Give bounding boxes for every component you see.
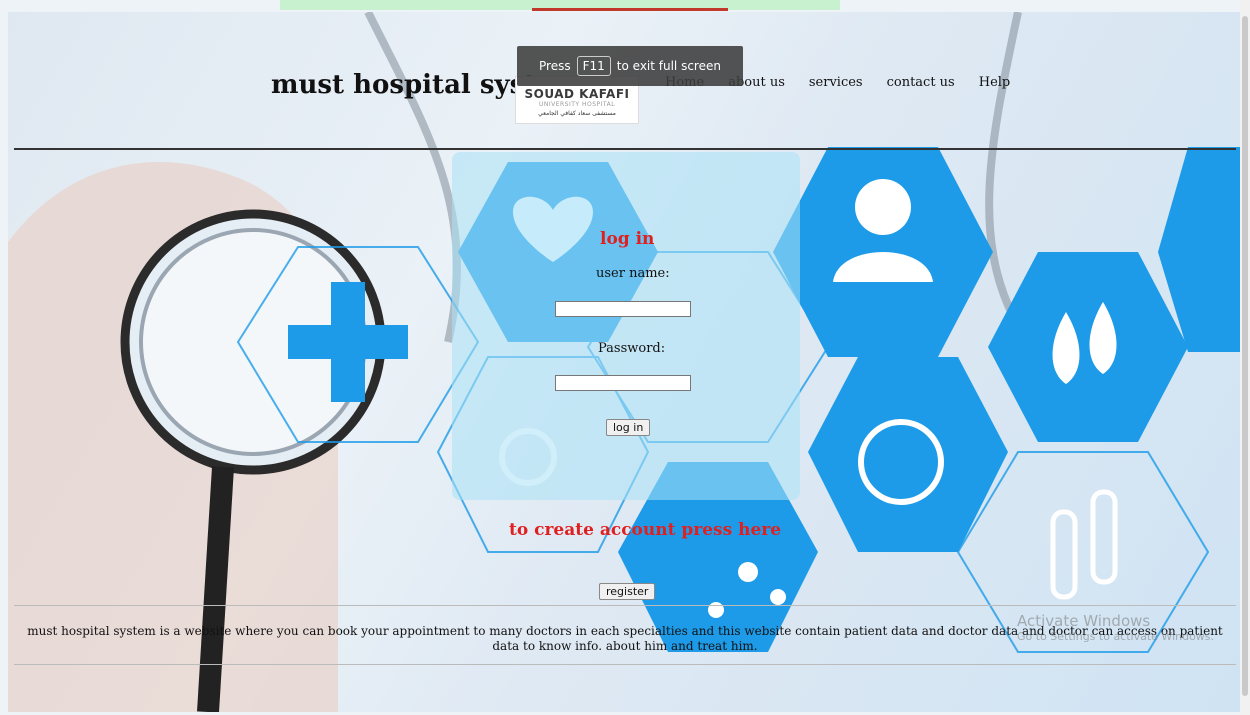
fullscreen-exit-toast: Press F11 to exit full screen: [517, 46, 743, 86]
login-button[interactable]: log in: [606, 419, 651, 436]
username-input[interactable]: [555, 301, 691, 317]
logo-main-text: SOUAD KAFAFI: [524, 87, 630, 101]
footer-divider-top: [14, 605, 1236, 606]
windows-activation-watermark: Activate Windows Go to Settings to activ…: [1017, 612, 1214, 643]
nav-help[interactable]: Help: [979, 75, 1011, 90]
watermark-subtitle: Go to Settings to activate Windows.: [1017, 630, 1215, 643]
scrollbar-thumb[interactable]: [1242, 16, 1248, 696]
nav-contact-us[interactable]: contact us: [887, 75, 955, 90]
header-divider: [14, 148, 1236, 150]
register-button[interactable]: register: [599, 583, 656, 600]
page-scrollbar[interactable]: [1240, 0, 1250, 715]
watermark-title: Activate Windows: [1017, 612, 1151, 630]
password-label: Password:: [598, 341, 666, 356]
login-panel: [452, 152, 800, 500]
logo-sub-text: UNIVERSITY HOSPITAL: [538, 101, 616, 108]
toast-text-before: Press: [539, 59, 571, 73]
browser-top-accent: [532, 8, 728, 11]
username-label: user name:: [596, 266, 670, 281]
nav-services[interactable]: services: [809, 75, 863, 90]
create-account-prompt: to create account press here: [509, 520, 782, 540]
password-input[interactable]: [555, 375, 691, 391]
login-title: log in: [600, 229, 655, 249]
logo-arabic-text: مستشفى سعاد كفافي الجامعي: [538, 110, 616, 117]
footer-divider-bottom: [14, 664, 1236, 665]
f11-key-badge: F11: [576, 56, 611, 76]
toast-text-after: to exit full screen: [616, 59, 721, 73]
